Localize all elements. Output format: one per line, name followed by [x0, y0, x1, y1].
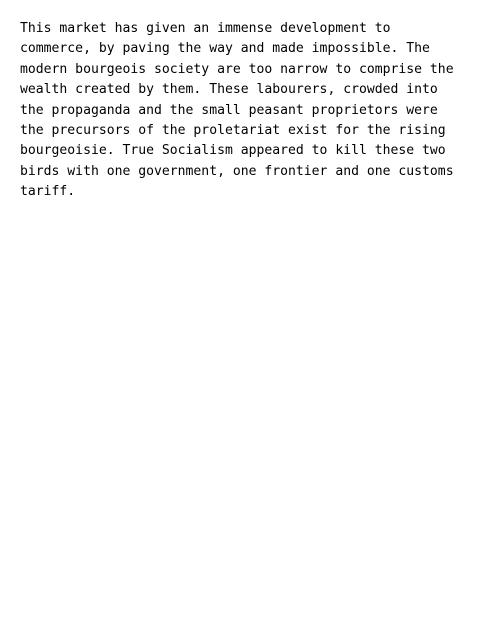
document-page: This market has given an immense develop… [0, 0, 480, 640]
paragraph-line: modern bourgeois society are too narrow … [20, 61, 454, 77]
paragraph-line: the precursors of the proletariat exist … [20, 122, 446, 138]
paragraph-line: commerce, by paving the way and made imp… [20, 41, 430, 57]
paragraph-line: birds with one government, one frontier … [20, 163, 454, 179]
paragraph-line: This market has given an immense develop… [20, 21, 391, 36]
paragraph-line: the propaganda and the small peasant pro… [20, 102, 438, 118]
body-paragraph: This market has given an immense develop… [20, 19, 470, 203]
paragraph-line: tariff. [20, 184, 76, 200]
paragraph-line: bourgeoisie. True Socialism appeared to … [20, 143, 446, 159]
paragraph-line: wealth created by them. These labourers,… [20, 82, 438, 98]
